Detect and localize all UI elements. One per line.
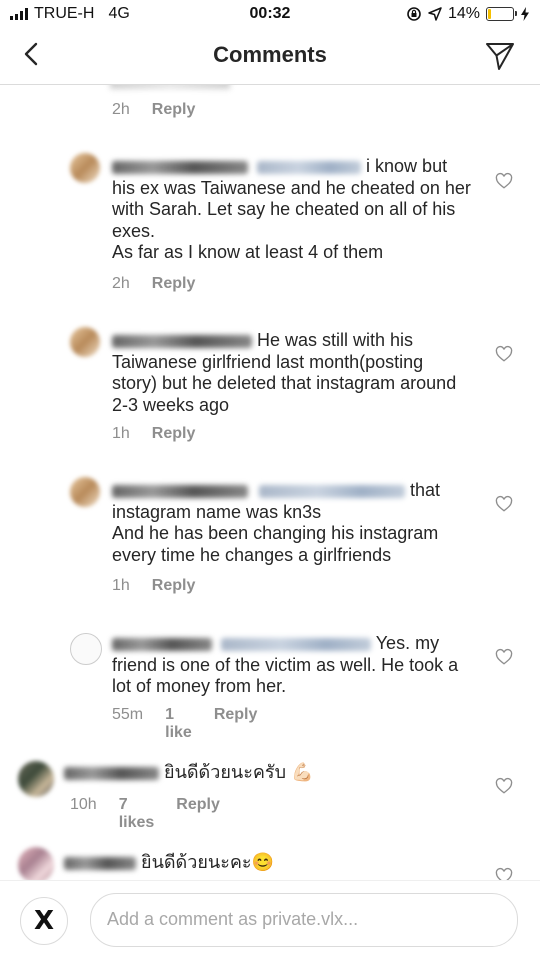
avatar[interactable] — [70, 327, 100, 357]
comment-text-line2: And he has been changing his instagram e… — [112, 523, 439, 565]
like-heart-icon[interactable] — [495, 867, 513, 880]
battery-icon — [486, 7, 517, 21]
comment-meta: 1h Reply — [112, 425, 195, 443]
reply-button[interactable]: Reply — [176, 796, 220, 832]
comment-text: ยินดีด้วยนะครับ 💪🏻 — [164, 762, 314, 782]
like-count[interactable]: 1 like — [165, 706, 192, 742]
username-blurred[interactable] — [112, 484, 248, 498]
username-blurred[interactable] — [64, 856, 136, 870]
like-heart-icon[interactable] — [495, 777, 513, 795]
username-blurred[interactable] — [112, 160, 248, 174]
comment-time: 55m — [112, 706, 144, 723]
comment-meta: 2h Reply — [112, 275, 195, 293]
comment-text-line2: As far as I know at least 4 of them — [112, 242, 384, 262]
truncated-comment-text — [110, 85, 230, 89]
comment-time: 1h — [112, 577, 130, 594]
comment-text: ยินดีด้วยนะคะ😊 — [141, 852, 274, 872]
composer-avatar[interactable]: X — [20, 897, 68, 945]
avatar-letter: X — [33, 906, 55, 936]
comment-input[interactable]: Add a comment as private.vlx... — [90, 893, 518, 947]
reply-button[interactable]: Reply — [152, 275, 196, 293]
comment-time: 2h — [112, 275, 130, 292]
username-blurred[interactable] — [112, 334, 252, 348]
like-heart-icon[interactable] — [495, 495, 513, 513]
comment-body: Yes. my friend is one of the victim as w… — [112, 633, 468, 698]
avatar[interactable] — [70, 477, 100, 507]
username-blurred[interactable] — [112, 637, 212, 651]
like-count[interactable]: 7 likes — [119, 796, 155, 832]
comment-body: He was still with his Taiwanese girlfrie… — [112, 330, 464, 416]
like-heart-icon[interactable] — [495, 345, 513, 363]
comment-body: i know but his ex was Taiwanese and he c… — [112, 156, 472, 264]
orientation-lock-icon — [407, 7, 421, 21]
comment-time: 2h — [112, 101, 130, 118]
avatar[interactable] — [18, 761, 54, 797]
battery-percent: 14% — [447, 5, 480, 22]
comment-meta: 55m 1 like Reply — [112, 706, 257, 742]
reply-button[interactable]: Reply — [152, 101, 196, 119]
page-title: Comments — [213, 42, 327, 67]
comment-input-placeholder: Add a comment as private.vlx... — [107, 909, 359, 929]
comment-body: that instagram name was kn3s And he has … — [112, 480, 457, 566]
location-arrow-icon — [428, 7, 442, 21]
reply-button[interactable]: Reply — [214, 706, 258, 742]
avatar[interactable] — [70, 633, 102, 665]
mention-blurred[interactable] — [257, 160, 362, 174]
comment-meta: 2h Reply — [112, 101, 195, 119]
reply-button[interactable]: Reply — [152, 425, 196, 443]
comment-composer: X Add a comment as private.vlx... — [0, 880, 540, 961]
status-right: 14% — [406, 5, 530, 23]
mention-blurred[interactable] — [221, 637, 372, 651]
mention-blurred[interactable] — [259, 484, 406, 498]
header: Comments — [0, 28, 540, 85]
username-blurred[interactable] — [64, 766, 159, 780]
comment-body: ยินดีด้วยนะครับ 💪🏻 — [64, 762, 454, 784]
like-heart-icon[interactable] — [495, 648, 513, 666]
direct-send-icon[interactable] — [484, 40, 516, 72]
comment-time: 1h — [112, 425, 130, 442]
charging-bolt-icon — [521, 7, 529, 21]
comment-body: ยินดีด้วยนะคะ😊 — [64, 852, 454, 874]
like-heart-icon[interactable] — [495, 172, 513, 190]
comment-meta: 10h 7 likes Reply — [70, 796, 220, 832]
comment-meta: 1h Reply — [112, 577, 195, 595]
comments-list[interactable]: 2h Reply i know but his ex was Taiwanese… — [0, 85, 540, 880]
avatar[interactable] — [18, 847, 54, 880]
status-bar: TRUE-H 4G 00:32 14% — [0, 0, 540, 28]
avatar[interactable] — [70, 153, 100, 183]
reply-button[interactable]: Reply — [152, 577, 196, 595]
comment-time: 10h — [70, 796, 97, 813]
